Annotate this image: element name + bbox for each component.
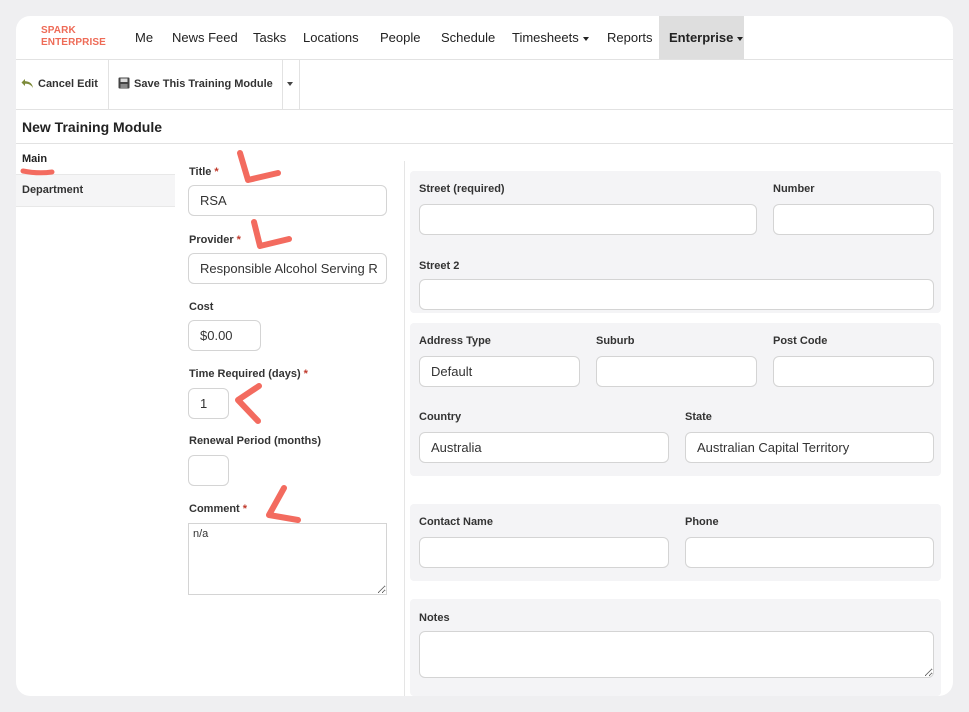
phone-input[interactable] bbox=[685, 537, 934, 568]
brand-logo[interactable]: SPARK ENTERPRISE bbox=[41, 25, 106, 49]
nav-people[interactable]: People bbox=[380, 16, 420, 59]
top-nav: SPARK ENTERPRISE Me News Feed Tasks Loca… bbox=[16, 16, 953, 60]
title-input[interactable]: RSA bbox=[188, 185, 387, 216]
page-title: New Training Module bbox=[22, 119, 163, 135]
street2-label: Street 2 bbox=[419, 260, 460, 272]
time-required-input[interactable]: 1 bbox=[188, 388, 229, 419]
number-label: Number bbox=[773, 183, 815, 195]
comment-textarea[interactable]: n/a bbox=[188, 523, 387, 595]
suburb-label: Suburb bbox=[596, 335, 635, 347]
undo-icon bbox=[21, 78, 33, 88]
contact-name-label: Contact Name bbox=[419, 516, 493, 528]
chevron-down-icon bbox=[737, 36, 744, 41]
sidebar-item-main[interactable]: Main bbox=[22, 153, 47, 165]
title-label: Title * bbox=[189, 166, 219, 178]
country-label: Country bbox=[419, 411, 462, 423]
address-type-select[interactable]: Default bbox=[419, 356, 580, 387]
nav-news-feed[interactable]: News Feed bbox=[172, 16, 238, 59]
chevron-down-icon bbox=[582, 36, 589, 41]
street-input[interactable] bbox=[419, 204, 757, 235]
post-code-input[interactable] bbox=[773, 356, 934, 387]
renewal-period-label: Renewal Period (months) bbox=[189, 435, 322, 447]
app-window: SPARK ENTERPRISE Me News Feed Tasks Loca… bbox=[16, 16, 953, 696]
time-required-label: Time Required (days) * bbox=[189, 368, 308, 380]
address-type-label: Address Type bbox=[419, 335, 491, 347]
nav-schedule[interactable]: Schedule bbox=[441, 16, 495, 59]
nav-enterprise[interactable]: Enterprise bbox=[659, 16, 744, 59]
chevron-down-icon bbox=[287, 82, 293, 87]
suburb-input[interactable] bbox=[596, 356, 757, 387]
nav-reports[interactable]: Reports bbox=[607, 16, 653, 59]
post-code-label: Post Code bbox=[773, 335, 828, 347]
renewal-period-input[interactable] bbox=[188, 455, 229, 486]
provider-label: Provider * bbox=[189, 234, 241, 246]
provider-input[interactable]: Responsible Alcohol Serving R bbox=[188, 253, 387, 284]
save-options-dropdown[interactable] bbox=[282, 60, 298, 109]
cost-label: Cost bbox=[189, 301, 214, 313]
contact-name-input[interactable] bbox=[419, 537, 669, 568]
cancel-edit-button[interactable]: Cancel Edit bbox=[21, 60, 98, 109]
nav-me[interactable]: Me bbox=[135, 16, 153, 59]
nav-locations[interactable]: Locations bbox=[303, 16, 359, 59]
save-disk-icon bbox=[118, 77, 130, 89]
state-select[interactable]: Australian Capital Territory bbox=[685, 432, 934, 463]
nav-tasks[interactable]: Tasks bbox=[253, 16, 286, 59]
country-select[interactable]: Australia bbox=[419, 432, 669, 463]
nav-timesheets[interactable]: Timesheets bbox=[512, 16, 589, 59]
sidebar-item-department[interactable]: Department bbox=[16, 174, 175, 207]
notes-textarea[interactable] bbox=[419, 631, 934, 678]
save-training-module-button[interactable]: Save This Training Module bbox=[118, 60, 273, 109]
street-label: Street (required) bbox=[419, 183, 505, 195]
notes-label: Notes bbox=[419, 612, 450, 624]
number-input[interactable] bbox=[773, 204, 934, 235]
phone-label: Phone bbox=[685, 516, 719, 528]
toolbar: Cancel Edit Save This Training Module bbox=[16, 60, 953, 110]
street2-input[interactable] bbox=[419, 279, 934, 310]
state-label: State bbox=[685, 411, 712, 423]
cost-input[interactable]: $0.00 bbox=[188, 320, 261, 351]
comment-label: Comment * bbox=[189, 503, 248, 515]
